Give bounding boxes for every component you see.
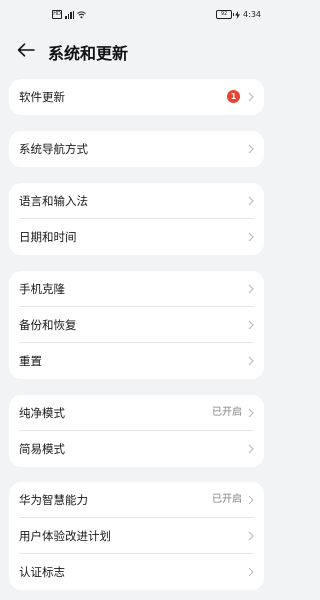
status-time: 4:34 [243,10,261,19]
group-huawei-services: 华为智慧能力 已开启 用户体验改进计划 认证标志 [9,482,264,590]
status-left: HD [52,10,86,19]
row-label: 语言和输入法 [19,194,88,208]
status-right: 92 4:34 [216,10,261,19]
row-backup-restore[interactable]: 备份和恢复 [9,307,264,343]
row-label: 日期和时间 [19,230,77,244]
group-software-update: 软件更新 1 [9,79,264,115]
chevron-right-icon [248,196,254,206]
row-label: 手机克隆 [19,282,65,296]
row-reset[interactable]: 重置 [9,343,264,379]
page-title: 系统和更新 [48,44,129,63]
row-label: 用户体验改进计划 [19,529,111,543]
row-label: 系统导航方式 [19,142,88,156]
chevron-right-icon [248,356,254,366]
chevron-right-icon [248,320,254,330]
update-count-badge: 1 [227,90,240,103]
charging-icon [235,10,241,19]
signal-icon [65,10,74,19]
chevron-right-icon [248,567,254,577]
group-clone-backup-reset: 手机克隆 备份和恢复 重置 [9,271,264,379]
row-label: 华为智慧能力 [19,493,88,507]
row-label: 软件更新 [19,90,65,104]
chevron-right-icon [248,444,254,454]
chevron-right-icon [248,144,254,154]
status-bar: HD 92 4:34 [0,0,273,30]
row-huawei-intelligence[interactable]: 华为智慧能力 已开启 [9,482,264,518]
row-phone-clone[interactable]: 手机克隆 [9,271,264,307]
row-system-navigation[interactable]: 系统导航方式 [9,131,264,167]
status-value: 已开启 [212,407,242,418]
row-label: 简易模式 [19,442,65,456]
status-value: 已开启 [212,494,242,505]
row-date-time[interactable]: 日期和时间 [9,219,264,255]
chevron-right-icon [248,495,254,505]
chevron-right-icon [248,531,254,541]
row-label: 认证标志 [19,565,65,579]
row-software-update[interactable]: 软件更新 1 [9,79,264,115]
row-user-experience-program[interactable]: 用户体验改进计划 [9,518,264,554]
row-label: 纯净模式 [19,406,65,420]
row-pure-mode[interactable]: 纯净模式 已开启 [9,395,264,431]
chevron-right-icon [248,408,254,418]
group-modes: 纯净模式 已开启 简易模式 [9,395,264,467]
group-navigation: 系统导航方式 [9,131,264,167]
row-language-input[interactable]: 语言和输入法 [9,183,264,219]
back-button[interactable] [14,38,38,62]
chevron-right-icon [248,284,254,294]
chevron-right-icon [248,92,254,102]
group-language-date: 语言和输入法 日期和时间 [9,183,264,255]
row-label: 备份和恢复 [19,318,77,332]
header: 系统和更新 [0,30,273,70]
back-arrow-icon [17,43,35,57]
row-certification-marks[interactable]: 认证标志 [9,554,264,590]
chevron-right-icon [248,232,254,242]
row-simple-mode[interactable]: 简易模式 [9,431,264,467]
battery-icon: 92 [216,10,235,19]
row-label: 重置 [19,354,42,368]
wifi-icon [77,10,86,18]
battery-level: 92 [220,11,228,17]
sim-icon: HD [52,10,62,19]
